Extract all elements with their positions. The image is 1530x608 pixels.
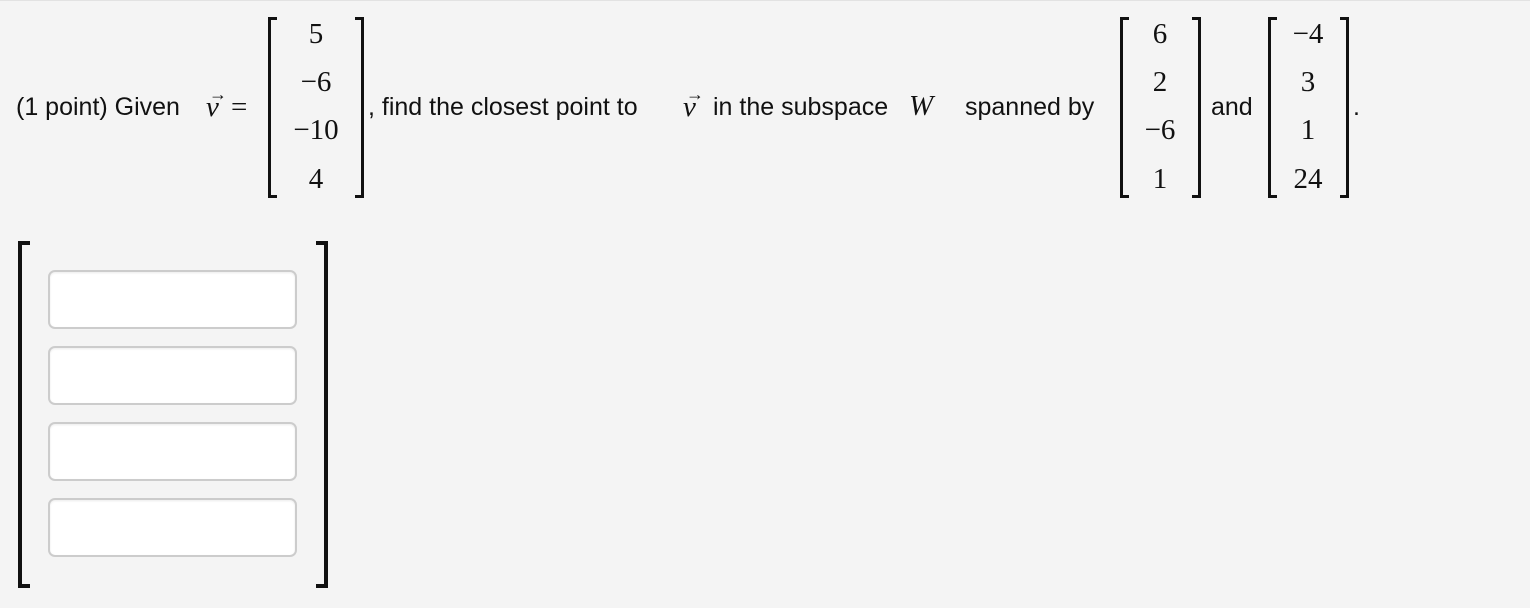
answer-input-4[interactable] [48, 498, 297, 557]
matrix-entry: 2 [1152, 66, 1168, 98]
top-divider [0, 0, 1530, 1]
vector-arrow-icon: → [209, 84, 227, 104]
matrix-entry: 1 [1300, 114, 1316, 146]
equals-sign: = [231, 91, 248, 123]
points-label: (1 point) Given [16, 93, 180, 121]
spanned-text: spanned by [965, 93, 1095, 121]
right-bracket [316, 241, 328, 588]
right-bracket [355, 17, 364, 198]
and-text: and [1211, 93, 1253, 121]
vector-v-symbol-2: → v [683, 84, 704, 122]
matrix-entry: −6 [300, 66, 332, 98]
answer-input-3[interactable] [48, 422, 297, 481]
vector-v-symbol: → v [206, 84, 227, 122]
matrix-entry: −10 [293, 114, 339, 146]
subspace-w-symbol: W [909, 90, 934, 122]
answer-input-1[interactable] [48, 270, 297, 329]
matrix-entry: 3 [1300, 66, 1316, 98]
after-v-text: in the subspace [713, 93, 889, 121]
matrix-entry: −4 [1292, 18, 1324, 50]
period: . [1353, 93, 1360, 121]
left-bracket [18, 241, 30, 588]
matrix-entry: 5 [308, 18, 324, 50]
matrix-entry: 24 [1293, 163, 1323, 195]
matrix-entry: 6 [1152, 18, 1168, 50]
answer-input-2[interactable] [48, 346, 297, 405]
matrix-entry: 1 [1152, 163, 1168, 195]
middle-text: , find the closest point to [368, 93, 638, 121]
matrix-entry: −6 [1144, 114, 1176, 146]
matrix-entry: 4 [308, 163, 324, 195]
vector-arrow-icon: → [686, 84, 704, 104]
